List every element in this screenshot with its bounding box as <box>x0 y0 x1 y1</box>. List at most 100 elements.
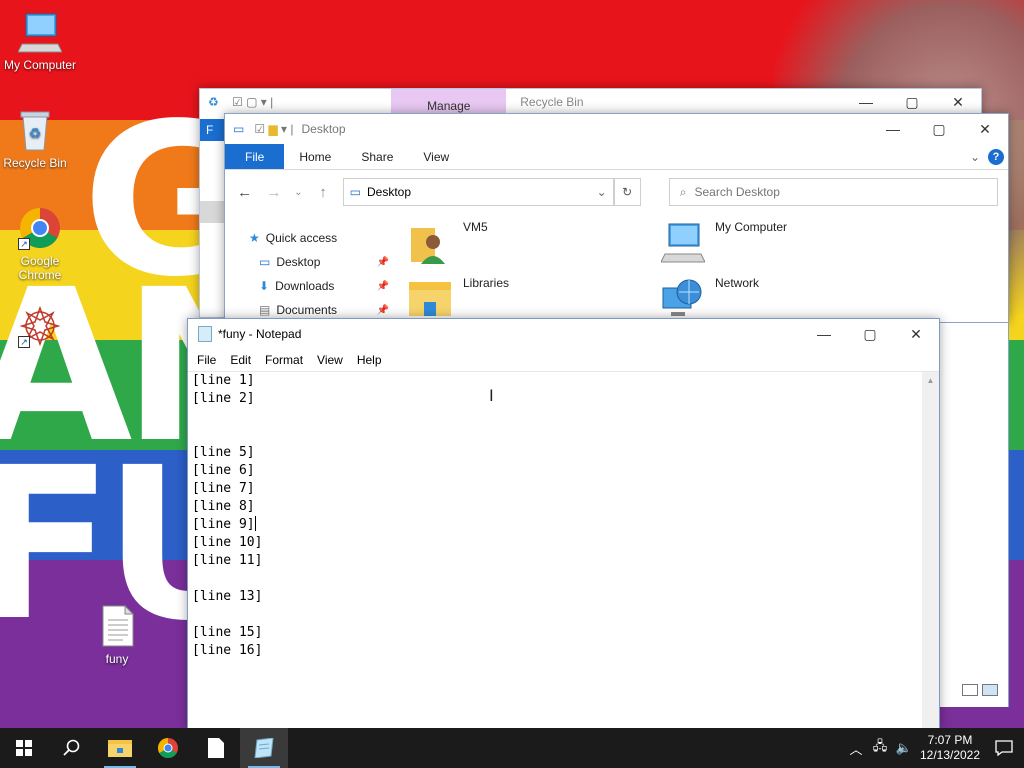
maximize-button[interactable]: ▢ <box>889 89 935 115</box>
svg-text:♻: ♻ <box>29 125 42 141</box>
desktop-icon-app-shortcut[interactable]: ↗ <box>0 304 80 352</box>
menu-file[interactable]: File <box>190 353 223 367</box>
back-arrow-icon[interactable]: ← <box>235 184 254 201</box>
desktop-icon-funy[interactable]: funy <box>77 604 157 666</box>
clock[interactable]: 7:07 PM 12/13/2022 <box>916 733 984 763</box>
taskbar-file[interactable] <box>192 728 240 768</box>
recycle-file-tab[interactable]: F <box>200 119 225 141</box>
notepad-title: *funy - Notepad <box>218 327 302 341</box>
search-icon: ⌕ <box>679 184 687 199</box>
text-after-caret: [line 10] [line 11] [line 13] [line 15] … <box>192 535 263 658</box>
notepad-titlebar[interactable]: *funy - Notepad — ▢ ✕ <box>188 319 939 349</box>
quick-access-toolbar-icon[interactable]: ☑ ▢ ▾ | <box>232 95 273 109</box>
details-view-icon[interactable] <box>962 684 978 696</box>
show-hidden-icons-chevron-icon[interactable]: ︿ <box>844 739 868 758</box>
minimize-button[interactable]: — <box>843 89 889 115</box>
explorer-titlebar[interactable]: ▭ ☑ ▆ ▾ | Desktop — ▢ ✕ <box>225 114 1008 144</box>
help-icon[interactable]: ? <box>988 148 1004 165</box>
tab-view[interactable]: View <box>408 144 464 169</box>
desktop-icon-recycle-bin[interactable]: ♻ Recycle Bin <box>0 108 70 170</box>
text-caret <box>254 516 256 531</box>
menu-help[interactable]: Help <box>350 353 389 367</box>
notepad-icon <box>254 738 274 758</box>
chevron-down-icon[interactable]: ⌄ <box>597 185 607 199</box>
desktop-icon-chrome[interactable]: ↗ Google Chrome <box>0 206 80 282</box>
explorer-window[interactable]: ▭ ☑ ▆ ▾ | Desktop — ▢ ✕ File Home Share … <box>224 113 1009 323</box>
star-icon: ★ <box>249 231 260 245</box>
explorer-title: Desktop <box>301 122 346 136</box>
navigation-pane: ★ Quick access ▭ Desktop 📌 ⬇ Downloads 📌… <box>249 226 389 322</box>
volume-icon[interactable]: 🔈 <box>892 740 916 756</box>
nav-desktop[interactable]: ▭ Desktop 📌 <box>249 250 389 274</box>
notepad-menubar: File Edit Format View Help <box>188 349 939 371</box>
desktop-small-icon: ▭ <box>259 255 271 269</box>
close-button[interactable]: ✕ <box>962 114 1008 144</box>
address-text: Desktop <box>366 185 412 199</box>
download-arrow-icon: ⬇ <box>259 279 270 293</box>
tab-share[interactable]: Share <box>346 144 408 169</box>
network-tray-icon[interactable]: 🖧 <box>868 737 892 759</box>
menu-view[interactable]: View <box>310 353 350 367</box>
minimize-button[interactable]: — <box>870 114 916 144</box>
taskbar-chrome[interactable] <box>144 728 192 768</box>
tab-file[interactable]: File <box>225 144 285 169</box>
taskbar-file-explorer[interactable] <box>96 728 144 768</box>
maximize-button[interactable]: ▢ <box>847 319 893 349</box>
forward-arrow-icon[interactable]: → <box>264 184 283 201</box>
content-item-my-computer[interactable]: My Computer <box>660 220 787 264</box>
taskbar-notepad[interactable] <box>240 728 288 768</box>
close-button[interactable]: ✕ <box>893 319 939 349</box>
minimize-button[interactable]: — <box>801 319 847 349</box>
search-input[interactable] <box>694 185 975 199</box>
vertical-scrollbar[interactable]: ▲ <box>922 372 939 729</box>
text-file-icon <box>95 604 139 648</box>
desktop-icon-my-computer[interactable]: My Computer <box>0 10 80 72</box>
menu-edit[interactable]: Edit <box>223 353 258 367</box>
recycle-small-icon: ♻ <box>208 95 219 109</box>
quick-access-toolbar-icon[interactable]: ☑ ▆ ▾ | <box>254 122 293 136</box>
nav-quick-access[interactable]: ★ Quick access <box>249 226 389 250</box>
start-button[interactable] <box>0 728 48 768</box>
libraries-folder-icon <box>409 276 453 320</box>
recycle-bin-icon: ♻ <box>13 108 57 152</box>
clock-date: 12/13/2022 <box>919 748 981 762</box>
address-bar[interactable]: ▭ Desktop ⌄ <box>342 178 614 206</box>
manage-tab[interactable]: Manage <box>391 89 507 115</box>
notification-center-button[interactable] <box>984 740 1024 756</box>
file-icon <box>208 738 224 758</box>
pin-icon: 📌 <box>376 304 389 316</box>
network-icon <box>661 276 705 320</box>
menu-format[interactable]: Format <box>258 353 310 367</box>
pin-icon: 📌 <box>376 256 389 268</box>
desktop-icon-label: Google Chrome <box>18 254 62 282</box>
shortcut-arrow-icon: ↗ <box>18 238 30 250</box>
refresh-icon[interactable]: ↻ <box>613 178 641 206</box>
up-arrow-icon[interactable]: ↑ <box>313 184 332 201</box>
text-before-caret: [line 1] [line 2] [line 5] [line 6] [lin… <box>192 373 255 532</box>
computer-icon <box>660 220 706 264</box>
address-row: ← → ⌄ ↑ ▭ Desktop ⌄ ↻ ⌕ <box>225 170 1008 214</box>
notepad-window[interactable]: *funy - Notepad — ▢ ✕ File Edit Format V… <box>187 318 940 730</box>
ribbon-expand-icon[interactable]: ⌄ <box>970 150 980 164</box>
close-button[interactable]: ✕ <box>935 89 981 115</box>
system-tray: ︿ 🖧 🔈 7:07 PM 12/13/2022 <box>844 728 1024 768</box>
shortcut-arrow-icon: ↗ <box>18 336 30 348</box>
search-button[interactable] <box>48 728 96 768</box>
recent-locations-icon[interactable]: ⌄ <box>294 187 304 198</box>
content-item-vm5[interactable]: VM5 <box>409 220 488 264</box>
scroll-up-icon[interactable]: ▲ <box>922 372 939 385</box>
recycle-bin-titlebar[interactable]: ♻ ☑ ▢ ▾ | Manage Recycle Bin — ▢ ✕ <box>200 89 981 115</box>
maximize-button[interactable]: ▢ <box>916 114 962 144</box>
notepad-app-icon <box>198 326 212 342</box>
search-box[interactable]: ⌕ <box>668 178 999 206</box>
large-icons-view-icon[interactable] <box>982 684 998 696</box>
desktop-icon-label: funy <box>105 652 129 666</box>
explorer-window-lower <box>940 323 1009 707</box>
content-item-network[interactable]: Network <box>661 276 759 320</box>
user-folder-icon <box>409 220 453 264</box>
nav-downloads[interactable]: ⬇ Downloads 📌 <box>249 274 389 298</box>
content-item-libraries[interactable]: Libraries <box>409 276 509 320</box>
document-text[interactable]: [line 1] [line 2] [line 5] [line 6] [lin… <box>192 372 921 660</box>
tab-home[interactable]: Home <box>284 144 346 169</box>
notepad-text-area[interactable]: [line 1] [line 2] [line 5] [line 6] [lin… <box>188 371 939 729</box>
